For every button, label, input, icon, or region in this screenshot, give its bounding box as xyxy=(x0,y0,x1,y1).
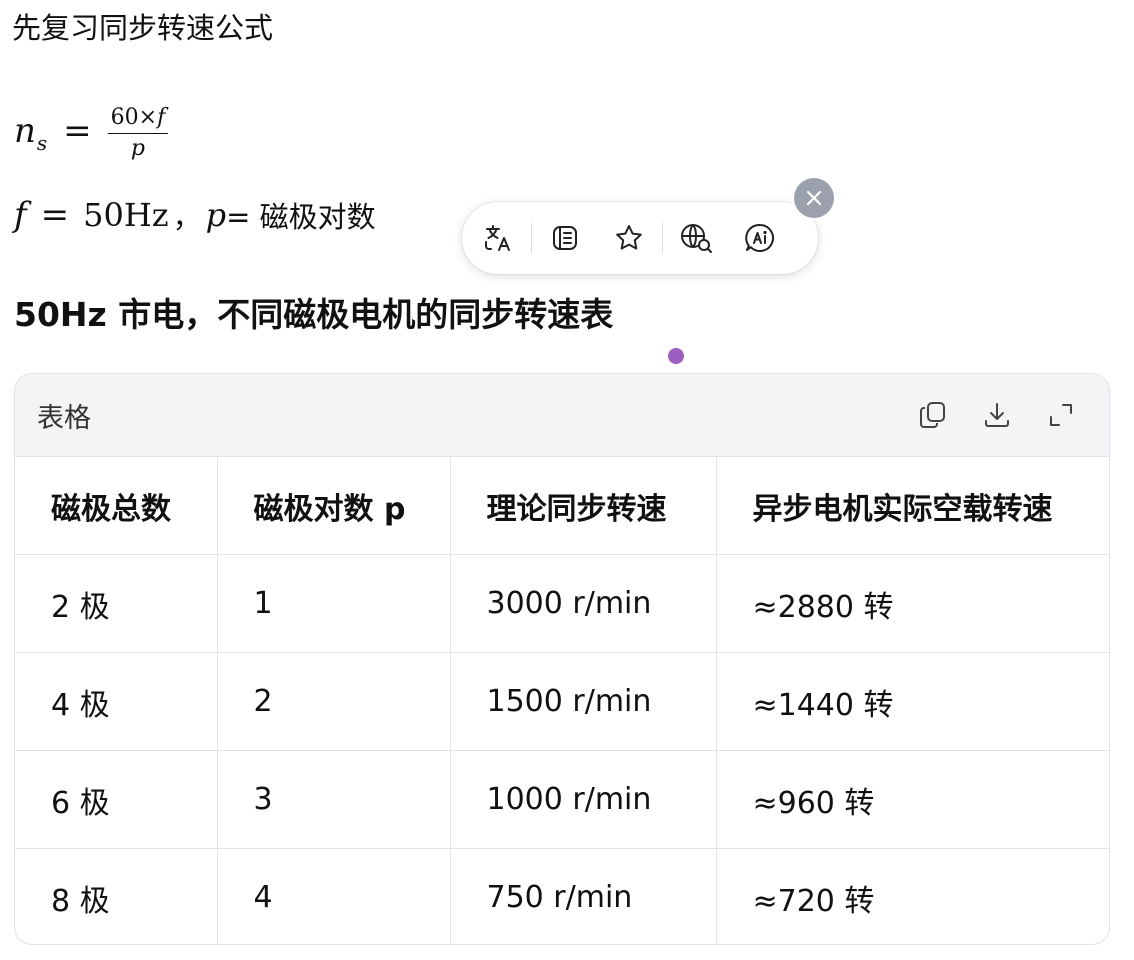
formula-f-var: f xyxy=(14,195,27,235)
intro-text: 先复习同步转速公式 xyxy=(12,11,274,45)
table-card-header: 表格 xyxy=(15,374,1109,456)
table-header-row: 磁极总数 磁极对数 p 理论同步转速 异步电机实际空载转速 xyxy=(15,456,1109,555)
table-cell: 4 极 xyxy=(15,652,218,751)
translate-button[interactable] xyxy=(478,218,518,258)
fraction-numerator: 60×f xyxy=(108,105,169,133)
formula-p-var: p xyxy=(205,196,227,234)
indicator-dot xyxy=(668,348,684,364)
table-cell: 750 r/min xyxy=(450,848,717,944)
header-sync-speed: 理论同步转速 xyxy=(450,456,717,555)
favorite-icon xyxy=(616,225,642,250)
formula-fraction: 60×f p xyxy=(107,105,169,162)
table-card-actions xyxy=(911,393,1083,437)
translate-icon xyxy=(485,225,510,251)
table-cell: 4 xyxy=(217,848,451,944)
table-cell: ≈1440 转 xyxy=(716,652,1109,751)
copy-icon xyxy=(920,402,945,428)
sync-speed-table: 磁极总数 磁极对数 p 理论同步转速 异步电机实际空载转速 2 极 1 3000… xyxy=(15,456,1109,944)
table-cell: 2 xyxy=(217,652,451,751)
formula-equals: = xyxy=(63,111,92,151)
table-cell: 3000 r/min xyxy=(450,554,717,653)
table-cell: 8 极 xyxy=(15,848,218,944)
close-icon xyxy=(806,190,822,206)
table-cell: ≈2880 转 xyxy=(716,554,1109,653)
table-cell: 3 xyxy=(217,750,451,849)
expand-icon xyxy=(1050,404,1072,426)
reader-button[interactable] xyxy=(545,218,585,258)
selection-toolbar xyxy=(462,202,818,274)
sync-speed-formula: ns = 60×f p xyxy=(14,96,169,166)
fraction-denominator: p xyxy=(130,136,146,162)
table-row: 2 极 1 3000 r/min ≈2880 转 xyxy=(15,554,1109,653)
frequency-formula: f = 50Hz ， p = 磁极对数 xyxy=(14,190,376,240)
header-pole-count: 磁极总数 xyxy=(15,456,218,555)
table-row: 8 极 4 750 r/min ≈720 转 xyxy=(15,848,1109,944)
copy-table-button[interactable] xyxy=(911,393,955,437)
table-cell: 1 xyxy=(217,554,451,653)
numerator-number: 60× xyxy=(110,104,158,130)
header-actual-speed: 异步电机实际空载转速 xyxy=(716,456,1109,555)
table-cell: 1000 r/min xyxy=(450,750,717,849)
web-search-icon xyxy=(681,224,712,253)
expand-table-button[interactable] xyxy=(1039,393,1083,437)
formula-ns-var: n xyxy=(14,111,36,151)
page: 先复习同步转速公式 ns = 60×f p f = 50Hz ， p = 磁极对… xyxy=(0,0,1134,960)
formula-frequency-value: 50Hz xyxy=(83,196,169,234)
section-heading: 50Hz 市电，不同磁极电机的同步转速表 xyxy=(14,295,614,334)
ai-button[interactable] xyxy=(740,218,780,258)
table-row: 4 极 2 1500 r/min ≈1440 转 xyxy=(15,652,1109,751)
table-cell: ≈720 转 xyxy=(716,848,1109,944)
table-cell: 2 极 xyxy=(15,554,218,653)
numerator-var: f xyxy=(157,104,166,130)
table-cell: 1500 r/min xyxy=(450,652,717,751)
toolbar-separator xyxy=(662,223,663,253)
download-icon xyxy=(985,403,1009,427)
formula-p-text: = 磁极对数 xyxy=(226,200,376,234)
toolbar-close-button[interactable] xyxy=(794,178,834,218)
header-pole-pairs: 磁极对数 p xyxy=(217,456,451,555)
formula-ns-sub: s xyxy=(36,131,48,155)
favorite-button[interactable] xyxy=(609,218,649,258)
formula-separator: ， xyxy=(172,200,202,234)
table-row: 6 极 3 1000 r/min ≈960 转 xyxy=(15,750,1109,849)
table-card: 表格 磁极总数 磁极对数 p 理论同步转速 异步电机实际空载转速 2 极 1 3… xyxy=(14,373,1110,945)
table-cell: 6 极 xyxy=(15,750,218,849)
download-table-button[interactable] xyxy=(975,393,1019,437)
table-card-title: 表格 xyxy=(37,402,91,434)
table-cell: ≈960 转 xyxy=(716,750,1109,849)
ai-icon xyxy=(745,223,774,252)
formula2-equals: = xyxy=(40,195,70,235)
web-search-button[interactable] xyxy=(676,218,716,258)
toolbar-separator xyxy=(531,223,532,253)
reader-icon xyxy=(553,226,577,250)
